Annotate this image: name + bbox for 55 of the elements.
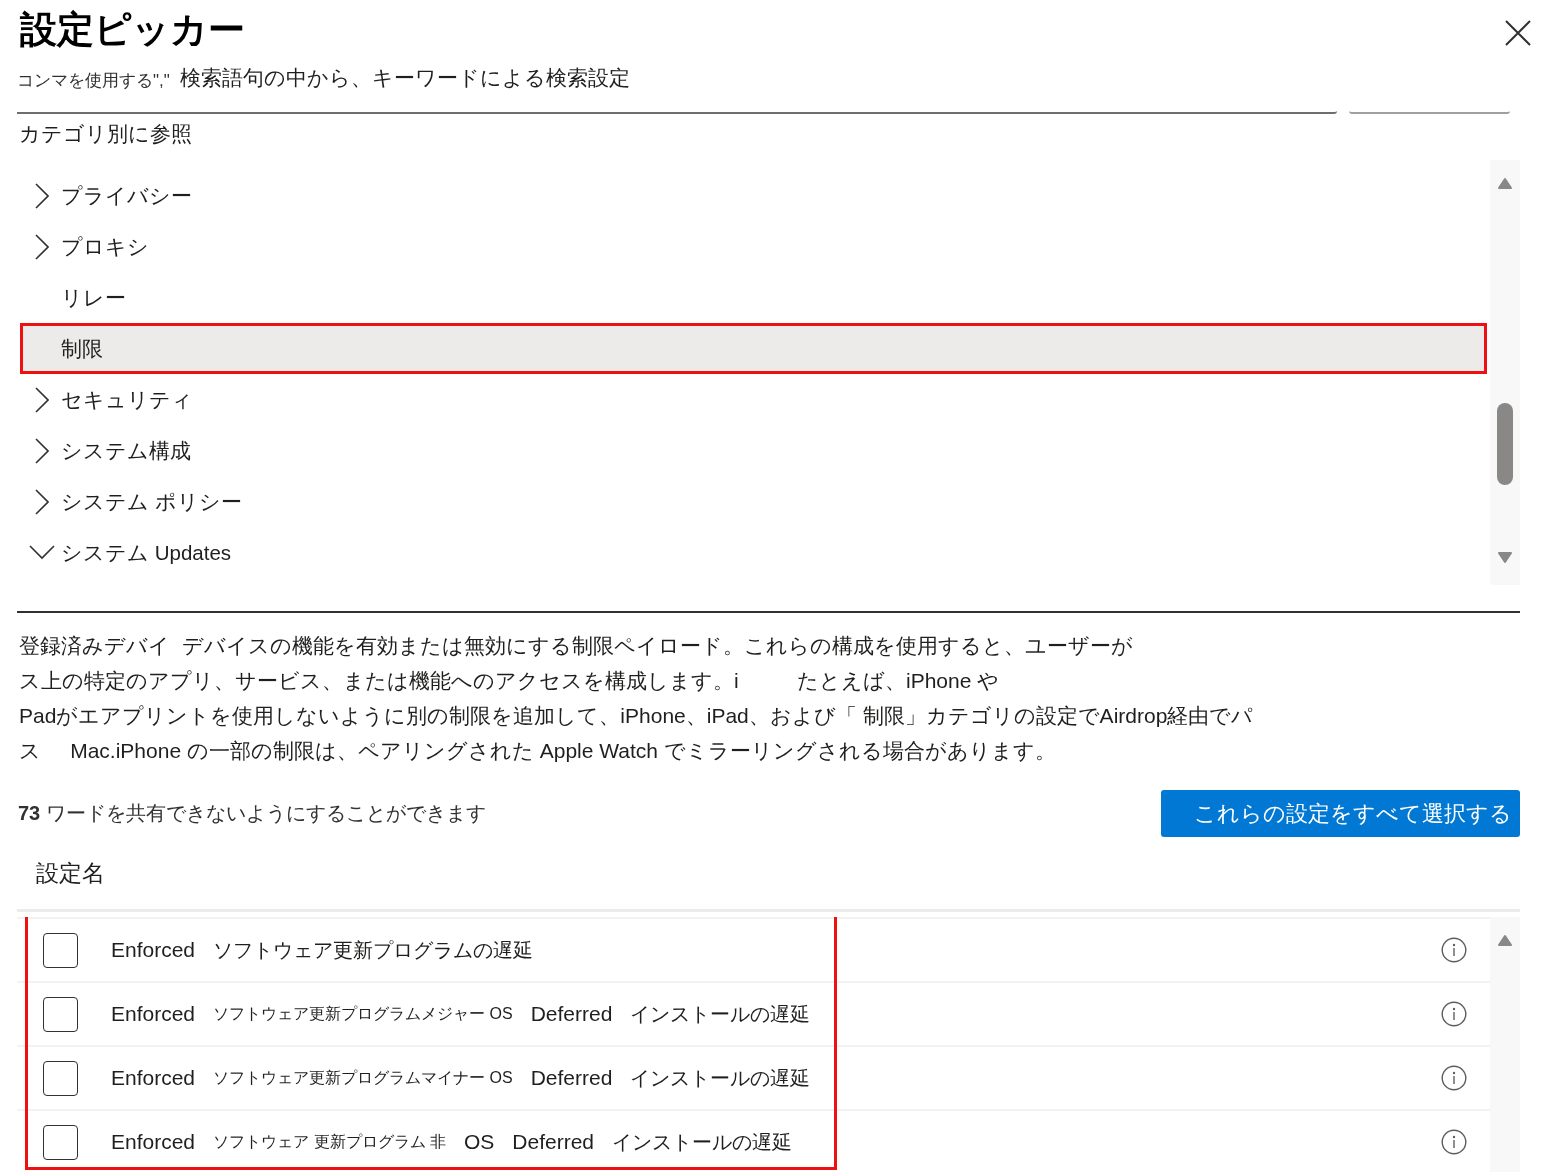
info-icon[interactable] <box>1441 937 1467 963</box>
tree-item[interactable]: プライバシー <box>20 170 1487 221</box>
setting-name: インストールの遅延 <box>612 1129 792 1155</box>
search-hint: コンマを使用する"," <box>17 70 170 92</box>
checkbox[interactable] <box>43 1124 78 1160</box>
checkbox[interactable] <box>43 932 78 968</box>
chevron-down-icon[interactable] <box>29 545 55 560</box>
chevron-right-icon[interactable] <box>35 488 49 515</box>
keyword-text: Enforced <box>111 1066 196 1090</box>
chevron-right-icon[interactable] <box>35 233 49 260</box>
close-icon[interactable] <box>1505 20 1531 46</box>
keyword-text: Enforced <box>111 938 196 962</box>
scroll-up-icon[interactable] <box>1498 176 1512 190</box>
chevron-right-icon[interactable] <box>35 437 49 464</box>
setting-name: ソフトウェア更新プログラムマイナー OS <box>213 1067 513 1088</box>
keyword-text: OS <box>463 1130 495 1154</box>
checkbox[interactable] <box>43 1060 78 1096</box>
tree-item[interactable]: リレー <box>20 272 1487 323</box>
scrollbar[interactable] <box>1490 160 1520 585</box>
checkbox[interactable] <box>43 996 78 1032</box>
setting-name: インストールの遅延 <box>630 1001 811 1027</box>
keyword-text: Enforced <box>111 1002 196 1026</box>
keyword-text: Enforced <box>111 1130 196 1154</box>
scroll-thumb[interactable] <box>1497 403 1513 485</box>
scroll-down-icon[interactable] <box>1498 551 1512 565</box>
browse-label: カテゴリ別に参照 <box>19 121 192 147</box>
tree-item[interactable]: システム構成 <box>20 425 1487 476</box>
setting-name: ソフトウェア 更新プログラム 非 <box>213 1131 446 1152</box>
chevron-right-icon[interactable] <box>35 182 49 209</box>
keyword-text: Deferred <box>530 1066 613 1090</box>
description-line: ス Mac.iPhone の一部の制限は、ペアリングされた Apple Watch でミラーリングされる場合があります。 <box>19 738 1056 764</box>
description-line: ス上の特定のアプリ、サービス、または機能へのアクセスを構成します。i たとえば、iPhone や <box>19 668 1000 694</box>
count-text: 73 ワードを共有できないようにすることができます <box>18 801 486 826</box>
scrollbar[interactable] <box>1490 917 1520 1172</box>
setting-name: インストールの遅延 <box>630 1065 811 1091</box>
chevron-right-icon[interactable] <box>35 386 49 413</box>
keyword-text: Deferred <box>512 1130 594 1154</box>
search-field[interactable]: 検索語句の中から、キーワードによる検索設定 <box>179 60 1337 112</box>
description-line: Padがエアプリントを使用しないように別の制限を追加して、iPhone、iPad、および「 制限」カテゴリの設定でAirdrop経由でパ <box>19 703 1254 729</box>
setting-name: ソフトウェア更新プログラムの遅延 <box>213 937 534 963</box>
tree-item[interactable]: 制限 <box>20 323 1487 374</box>
tree-item[interactable]: プロキシ <box>20 221 1487 272</box>
keyword-text: Deferred <box>530 1002 613 1026</box>
info-icon[interactable] <box>1441 1001 1467 1027</box>
select-all-button[interactable]: これらの設定をすべて選択する <box>1161 790 1520 837</box>
tree-item[interactable]: システム Updates <box>20 527 1487 578</box>
scroll-up-icon[interactable] <box>1498 933 1512 947</box>
tree-item[interactable]: システム ポリシー <box>20 476 1487 527</box>
info-icon[interactable] <box>1441 1065 1467 1091</box>
window-title: 設定ピッカー <box>20 8 245 52</box>
tree-item[interactable]: セキュリティ <box>20 374 1487 425</box>
column-header: 設定名 <box>36 858 105 888</box>
description-line: 登録済みデバイ デバイスの機能を有効または無効にする制限ペイロード。これらの構成を使用すると、ユーザーが <box>19 633 1133 659</box>
setting-name: ソフトウェア更新プログラムメジャー OS <box>213 1003 513 1024</box>
info-icon[interactable] <box>1441 1129 1467 1155</box>
